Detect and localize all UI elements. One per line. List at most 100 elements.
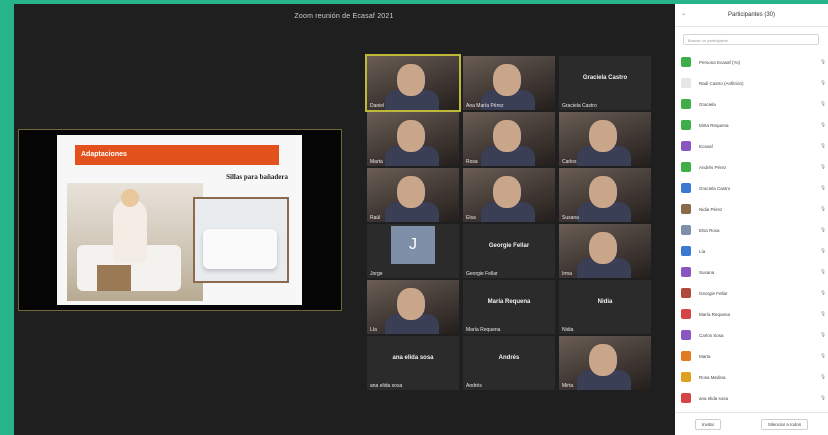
list-item[interactable]: Elsa Rosa 🎙 — [681, 222, 826, 238]
list-item[interactable]: Rosa Medina 🎙 — [681, 369, 826, 385]
avatar — [681, 78, 691, 88]
avatar — [681, 351, 691, 361]
participant-tile[interactable]: María Requena María Requena — [463, 280, 555, 334]
list-item[interactable]: Graciela 🎙 — [681, 96, 826, 112]
participant-tile[interactable]: Daniel — [365, 54, 461, 112]
list-item[interactable]: Nidia Pérez 🎙 — [681, 201, 826, 217]
tile-center-name: ana elida sosa — [392, 355, 434, 361]
participant-name: María Requena — [699, 311, 731, 317]
invite-button[interactable]: Invitar — [694, 418, 722, 430]
list-item[interactable]: Ecasaf 🎙 — [681, 138, 826, 154]
list-item[interactable]: Carlos Sosa 🎙 — [681, 327, 826, 343]
microphone-icon[interactable]: 🎙 — [804, 311, 826, 317]
list-item[interactable]: Andrés Pérez 🎙 — [681, 159, 826, 175]
tile-center-name: Graciela Castro — [582, 75, 628, 81]
microphone-icon[interactable]: 🎙 — [804, 374, 826, 380]
participant-name: Marta — [699, 353, 711, 359]
microphone-icon[interactable]: 🎙 — [804, 353, 826, 359]
avatar — [681, 372, 691, 382]
participant-tile[interactable]: Carlos — [559, 112, 651, 166]
list-item[interactable]: Marta 🎙 — [681, 348, 826, 364]
avatar — [681, 225, 691, 235]
avatar — [681, 183, 691, 193]
video-feed — [493, 176, 521, 208]
participant-tile[interactable]: Rosa — [463, 112, 555, 166]
participant-tile[interactable]: J Jorge — [367, 224, 459, 278]
list-item[interactable]: María Requena 🎙 — [681, 306, 826, 322]
participant-tile[interactable]: Mirta — [559, 336, 651, 390]
top-bar: Zoom reunión de Ecasaf 2021 — [14, 4, 674, 28]
participant-name: Persona Ecasaf (Yo) — [699, 59, 741, 65]
tile-center-name: Georgie Fellar — [488, 243, 530, 249]
mute-all-button[interactable]: Silenciar a todos — [760, 418, 809, 430]
video-feed — [493, 120, 521, 152]
participant-name: Georgie Fellar — [699, 290, 728, 296]
microphone-icon[interactable]: 🎙 — [804, 227, 826, 233]
participant-tile[interactable]: Georgie Fellar Georgie Fellar — [463, 224, 555, 278]
microphone-icon[interactable]: 🎙 — [804, 164, 826, 170]
participant-name: Mirta Requena — [699, 122, 729, 128]
microphone-icon[interactable]: 🎙 — [804, 80, 826, 86]
participant-tile[interactable]: Raúl — [367, 168, 459, 222]
microphone-icon[interactable]: 🎙 — [804, 122, 826, 128]
participant-name: Lía — [699, 248, 706, 254]
avatar — [681, 120, 691, 130]
participant-tile[interactable]: Irma — [559, 224, 651, 278]
avatar — [681, 267, 691, 277]
microphone-icon[interactable]: 🎙 — [804, 101, 826, 107]
tile-name-label: Raúl — [370, 215, 381, 221]
avatar — [681, 246, 691, 256]
participants-panel: ⌄ Participantes (30) Buscar un participa… — [675, 4, 828, 435]
list-item[interactable]: Lía 🎙 — [681, 243, 826, 259]
list-item[interactable]: Georgie Fellar 🎙 — [681, 285, 826, 301]
list-item[interactable]: Graciela Castro 🎙 — [681, 180, 826, 196]
microphone-icon[interactable]: 🎙 — [804, 59, 826, 65]
video-feed — [589, 344, 617, 376]
tile-name-label: Marta — [370, 159, 383, 165]
video-feed — [397, 176, 425, 208]
participant-tile[interactable]: Nidia Nidia — [559, 280, 651, 334]
participant-tile[interactable]: Graciela Castro Graciela Castro — [559, 56, 651, 110]
microphone-icon[interactable]: 🎙 — [804, 185, 826, 191]
participant-name: Graciela Castro — [699, 185, 731, 191]
video-feed — [589, 176, 617, 208]
shared-screen[interactable]: Adaptaciones Sillas para bañadera — [18, 129, 342, 311]
participant-tile[interactable]: Lía — [367, 280, 459, 334]
avatar — [681, 309, 691, 319]
video-feed — [493, 64, 521, 96]
participant-tile[interactable]: Susana — [559, 168, 651, 222]
microphone-icon[interactable]: 🎙 — [804, 395, 826, 401]
video-feed — [589, 120, 617, 152]
list-item[interactable]: Mirta Requena 🎙 — [681, 117, 826, 133]
list-item[interactable]: Susana 🎙 — [681, 264, 826, 280]
microphone-icon[interactable]: 🎙 — [804, 269, 826, 275]
participant-tile[interactable]: Ana María Pérez — [463, 56, 555, 110]
presentation-slide: Adaptaciones Sillas para bañadera — [57, 135, 302, 305]
avatar — [681, 162, 691, 172]
participant-name: Nidia Pérez — [699, 206, 723, 212]
tile-name-label: Susana — [562, 215, 579, 221]
tile-name-label: Lía — [370, 327, 377, 333]
microphone-icon[interactable]: 🎙 — [804, 143, 826, 149]
participant-tile[interactable]: Elsa — [463, 168, 555, 222]
list-item[interactable]: Raúl Castro (Anfitrión) 🎙 — [681, 75, 826, 91]
microphone-icon[interactable]: 🎙 — [804, 248, 826, 254]
tile-center-name: Nidia — [597, 299, 613, 305]
microphone-icon[interactable]: 🎙 — [804, 332, 826, 338]
search-input[interactable]: Buscar un participante — [683, 34, 819, 45]
tile-name-label: Elsa — [466, 215, 476, 221]
microphone-icon[interactable]: 🎙 — [804, 206, 826, 212]
chevron-down-icon[interactable]: ⌄ — [681, 10, 686, 17]
participant-name: Carlos Sosa — [699, 332, 724, 338]
slide-title: Adaptaciones — [75, 145, 279, 165]
list-item[interactable]: Persona Ecasaf (Yo) 🎙 — [681, 54, 826, 70]
participants-header: ⌄ Participantes (30) — [675, 4, 828, 27]
microphone-icon[interactable]: 🎙 — [804, 290, 826, 296]
participant-tile[interactable]: Andrés Andrés — [463, 336, 555, 390]
participant-tile[interactable]: ana elida sosa ana elida sosa — [367, 336, 459, 390]
participant-name: Andrés Pérez — [699, 164, 727, 170]
participant-tile[interactable]: Marta — [367, 112, 459, 166]
avatar — [681, 57, 691, 67]
video-feed — [589, 232, 617, 264]
list-item[interactable]: ana elida sosa 🎙 — [681, 390, 826, 406]
